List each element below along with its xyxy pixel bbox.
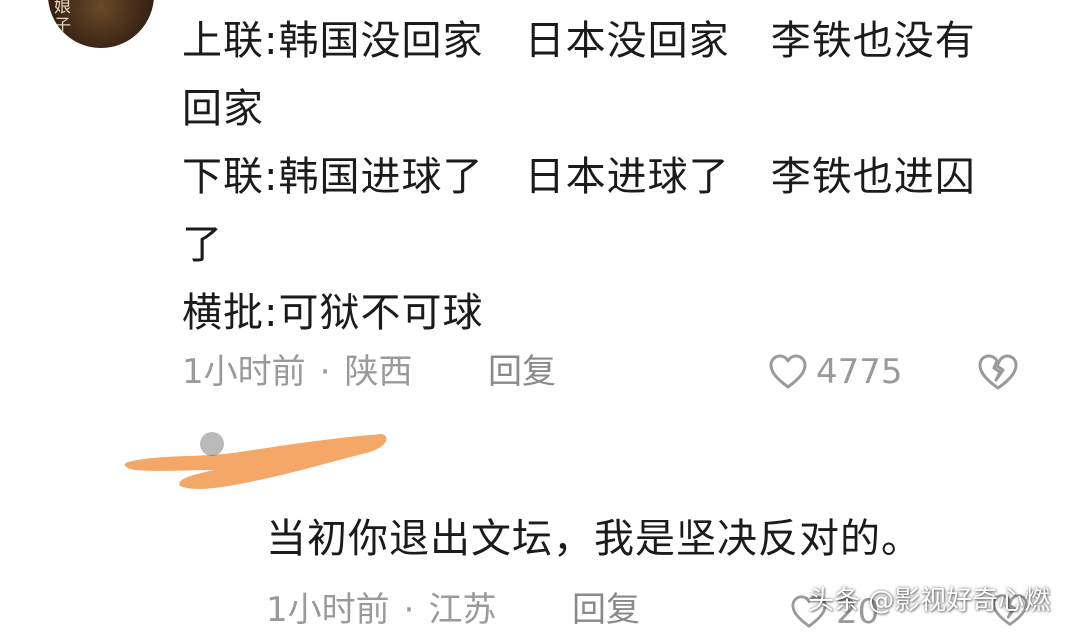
comment-location: 江苏 bbox=[428, 590, 497, 630]
comment-time: 1小时前 bbox=[266, 590, 390, 630]
comment-line: 上联:韩国没回家 日本没回家 李铁也没有 bbox=[182, 18, 976, 64]
comment-thread: 娘子 上联:韩国没回家 日本没回家 李铁也没有 回家 下联:韩国进球了 日本进球… bbox=[0, 0, 1080, 632]
comment-line: 下联:韩国进球了 日本进球了 李铁也进囚 bbox=[182, 154, 976, 200]
like-button[interactable]: 4775 bbox=[768, 352, 903, 392]
comment-meta: 1小时前 · 陕西 bbox=[182, 352, 412, 392]
redaction-scribble bbox=[124, 432, 387, 489]
heart-outline-icon bbox=[769, 354, 807, 389]
comment-meta: 1小时前 · 江苏 bbox=[266, 590, 496, 630]
reply-button[interactable]: 回复 bbox=[572, 590, 640, 630]
comment-line: 了 bbox=[182, 222, 223, 268]
comment-body: 当初你退出文坛，我是坚决反对的。 bbox=[266, 516, 922, 562]
comment-location: 陕西 bbox=[344, 352, 413, 392]
like-count: 4775 bbox=[816, 352, 903, 392]
dislike-button[interactable] bbox=[976, 352, 1020, 396]
comment-line: 回家 bbox=[182, 86, 264, 132]
comment-line: 横批:可狱不可球 bbox=[182, 290, 484, 336]
meta-separator: · bbox=[319, 352, 331, 392]
reply-button[interactable]: 回复 bbox=[488, 352, 556, 392]
avatar-text: 娘子 bbox=[54, 0, 71, 36]
comment-time: 1小时前 bbox=[182, 352, 306, 392]
broken-heart-icon bbox=[978, 354, 1018, 390]
avatar[interactable]: 娘子 bbox=[48, 0, 154, 48]
comment-body: 上联:韩国没回家 日本没回家 李铁也没有 回家 下联:韩国进球了 日本进球了 李… bbox=[182, 14, 1042, 354]
meta-separator: · bbox=[403, 590, 415, 630]
watermark: 头条 @影视好奇心燃 bbox=[808, 586, 1051, 616]
